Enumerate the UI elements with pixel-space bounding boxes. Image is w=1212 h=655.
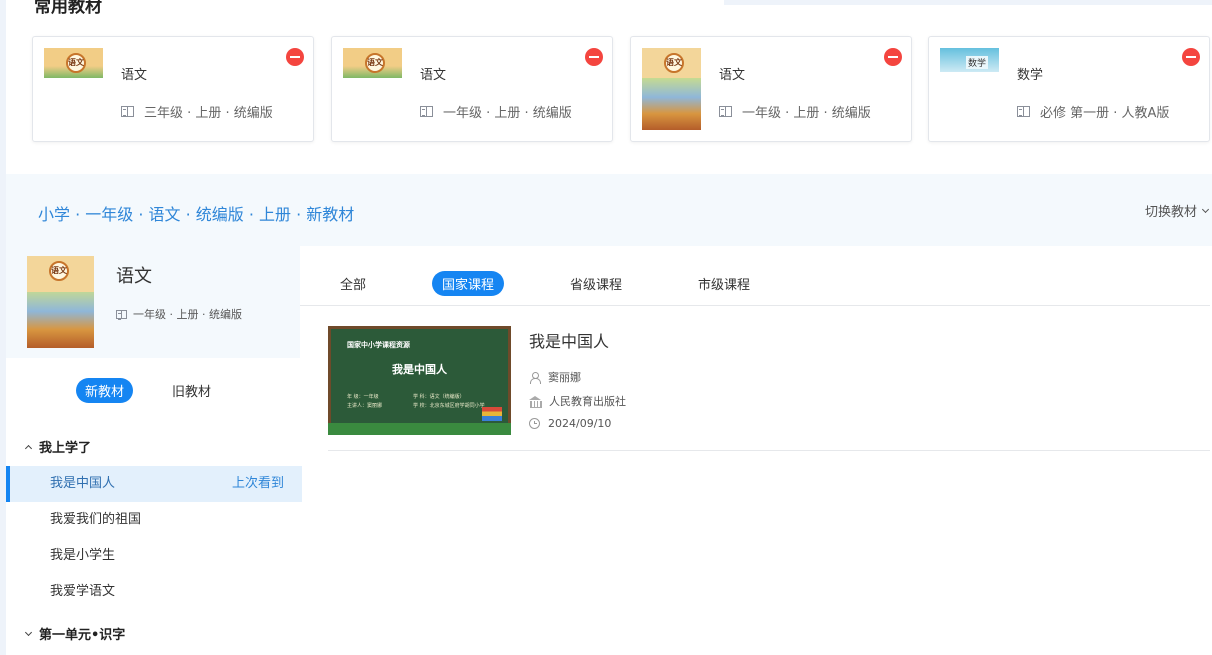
new-edition-tab[interactable]: 新教材: [76, 378, 134, 403]
unit-title: 我上学了: [39, 441, 92, 456]
book-meta-text: 三年级 · 上册 · 统编版: [144, 106, 273, 121]
unit-header[interactable]: 第一单元•识字: [24, 624, 126, 643]
book-icon: [420, 106, 433, 117]
lesson-item[interactable]: 我是小学生: [6, 538, 302, 574]
book-cover: 数学: [940, 48, 999, 72]
book-meta-text: 必修 第一册 · 人教A版: [1040, 106, 1170, 121]
switch-textbook-button[interactable]: 切换教材: [1144, 201, 1210, 220]
chevron-up-icon: [24, 444, 33, 452]
current-book-meta: 一年级 · 上册 · 统编版: [116, 306, 242, 322]
book-icon: [1017, 106, 1030, 117]
lesson-label: 我是小学生: [50, 548, 116, 563]
thumb-subject: 学 科：语文（统编版）: [413, 394, 465, 400]
book-name: 语文: [121, 68, 148, 83]
remove-icon[interactable]: [286, 48, 304, 66]
course-teacher-name: 窦丽娜: [548, 371, 581, 384]
course-teacher: 窦丽娜: [529, 369, 581, 385]
book-meta-text: 一年级 · 上册 · 统编版: [443, 106, 572, 121]
current-book-cover: 语文: [27, 256, 94, 348]
course-publisher: 人民教育出版社: [529, 393, 626, 409]
unit-title: 第一单元•识字: [39, 628, 126, 643]
books-icon: [482, 407, 502, 421]
current-book-panel: 语文 语文 一年级 · 上册 · 统编版: [6, 246, 300, 358]
switch-textbook-label: 切换教材: [1144, 205, 1197, 220]
tab-provincial[interactable]: 省级课程: [560, 271, 632, 296]
book-card[interactable]: 语文 语文 三年级 · 上册 · 统编版: [32, 36, 314, 142]
thumb-teacher: 主讲人：窦丽娜: [347, 403, 383, 409]
course-publisher-name: 人民教育出版社: [549, 395, 626, 408]
unit-header[interactable]: 我上学了: [24, 437, 92, 456]
course-level-tabs: 全部 国家课程 省级课程 市级课程: [300, 262, 1210, 306]
section-title: 常用教材: [34, 0, 102, 17]
publisher-icon: [529, 395, 542, 408]
lesson-item[interactable]: 我爱我们的祖国: [6, 502, 302, 538]
thumb-info-left: 年 级：一年级 主讲人：窦丽娜: [347, 393, 382, 411]
lesson-item[interactable]: 我是中国人 上次看到: [6, 466, 302, 502]
cover-tag: 数学: [966, 56, 989, 69]
cover-tag: 语文: [66, 53, 86, 73]
book-name: 语文: [420, 68, 447, 83]
thumb-info-right: 学 科：语文（统编版） 学 校：北京东城区府学胡同小学: [413, 393, 485, 411]
book-meta-text: 一年级 · 上册 · 统编版: [742, 106, 871, 121]
book-card[interactable]: 数学 数学 必修 第一册 · 人教A版: [928, 36, 1210, 142]
breadcrumb-bar: 小学 · 一年级 · 语文 · 统编版 · 上册 · 新教材 切换教材: [6, 174, 1212, 246]
lesson-item[interactable]: 我爱学语文: [6, 574, 302, 610]
book-name: 语文: [719, 68, 746, 83]
book-icon: [719, 106, 732, 117]
thumb-header: 国家中小学课程资源: [347, 341, 410, 349]
user-icon: [529, 371, 541, 384]
lesson-label: 我是中国人: [50, 476, 116, 491]
book-name: 数学: [1017, 68, 1044, 83]
book-cover: 语文: [44, 48, 103, 78]
thumb-title: 我是中国人: [392, 363, 447, 376]
cover-tag: 语文: [664, 53, 684, 73]
book-cover: 语文: [642, 48, 701, 130]
remove-icon[interactable]: [884, 48, 902, 66]
cover-tag: 语文: [49, 261, 69, 281]
current-book-name: 语文: [116, 266, 152, 287]
common-books-list: 语文 语文 三年级 · 上册 · 统编版 语文 语文 一年级 · 上册 · 统编…: [32, 36, 1212, 142]
chevron-down-icon: [1201, 205, 1210, 213]
remove-icon[interactable]: [585, 48, 603, 66]
course-item[interactable]: 国家中小学课程资源 我是中国人 年 级：一年级 主讲人：窦丽娜 学 科：语文（统…: [328, 326, 1210, 451]
book-card[interactable]: 语文 语文 一年级 · 上册 · 统编版: [331, 36, 613, 142]
chevron-down-icon: [24, 628, 33, 636]
book-meta: 一年级 · 上册 · 统编版: [420, 102, 572, 121]
book-cover: 语文: [343, 48, 402, 78]
clock-icon: [529, 418, 540, 429]
edition-toggle: 新教材 旧教材: [76, 378, 220, 403]
course-date-text: 2024/09/10: [548, 417, 612, 430]
book-icon: [116, 309, 127, 320]
book-icon: [121, 106, 134, 117]
book-meta: 三年级 · 上册 · 统编版: [121, 102, 273, 121]
lesson-label: 我爱我们的祖国: [50, 512, 142, 527]
book-meta: 必修 第一册 · 人教A版: [1017, 102, 1169, 121]
cover-tag: 语文: [365, 53, 385, 73]
breadcrumb[interactable]: 小学 · 一年级 · 语文 · 统编版 · 上册 · 新教材: [38, 201, 354, 225]
course-date: 2024/09/10: [529, 417, 611, 430]
tab-national[interactable]: 国家课程: [432, 271, 505, 296]
book-card[interactable]: 语文 语文 一年级 · 上册 · 统编版: [630, 36, 912, 142]
current-book-meta-text: 一年级 · 上册 · 统编版: [133, 308, 242, 321]
thumb-grade: 年 级：一年级: [347, 394, 379, 400]
top-decoration: [724, 0, 1212, 5]
tab-municipal[interactable]: 市级课程: [688, 271, 760, 296]
remove-icon[interactable]: [1182, 48, 1200, 66]
tab-all[interactable]: 全部: [330, 271, 376, 296]
last-viewed-badge: 上次看到: [231, 476, 284, 491]
lesson-label: 我爱学语文: [50, 584, 116, 599]
old-edition-tab[interactable]: 旧教材: [163, 378, 220, 403]
course-title[interactable]: 我是中国人: [529, 328, 609, 352]
course-thumbnail[interactable]: 国家中小学课程资源 我是中国人 年 级：一年级 主讲人：窦丽娜 学 科：语文（统…: [328, 326, 511, 435]
thumb-school: 学 校：北京东城区府学胡同小学: [413, 403, 485, 409]
book-meta: 一年级 · 上册 · 统编版: [719, 102, 871, 121]
